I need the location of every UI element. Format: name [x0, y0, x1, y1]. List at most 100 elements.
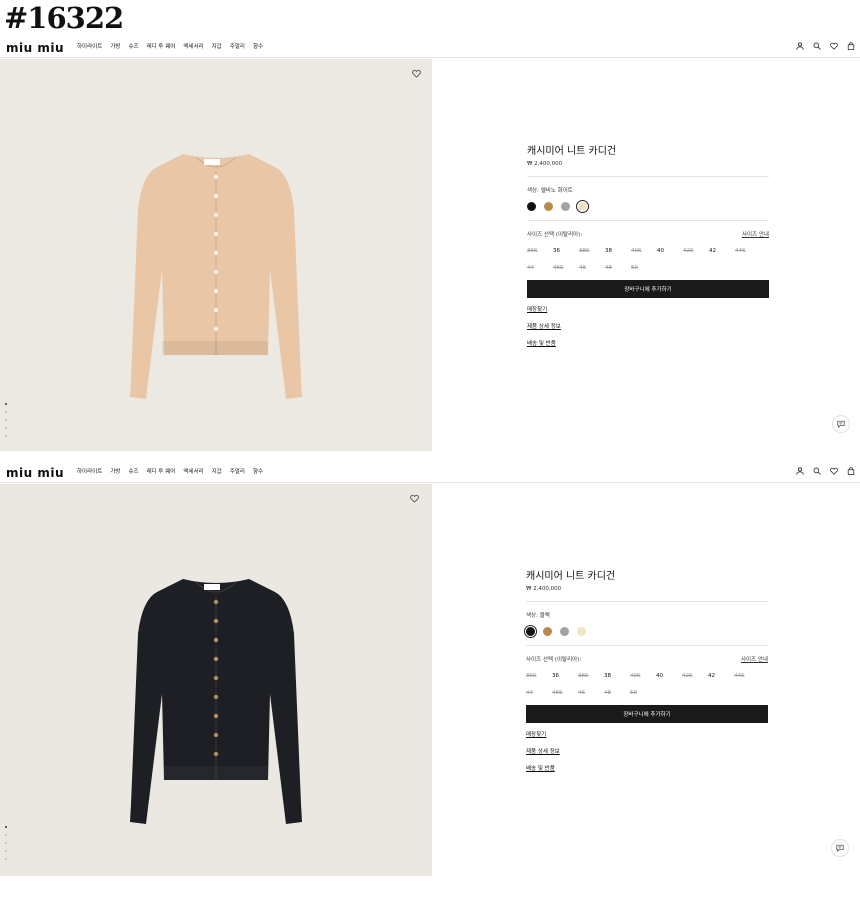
nav-item-jewelry[interactable]: 주얼리 [230, 468, 245, 476]
color-swatch[interactable] [560, 627, 569, 636]
size-option[interactable]: 46 [578, 690, 604, 696]
product-title: 캐시미어 니트 카디건 [527, 146, 617, 157]
add-to-cart-button[interactable]: 장바구니에 추가하기 [527, 280, 769, 298]
nav-item-bags[interactable]: 가방 [110, 468, 120, 476]
color-swatch[interactable] [544, 202, 553, 211]
pagination-dot[interactable] [5, 826, 7, 828]
nav-item-shoes[interactable]: 슈즈 [128, 43, 138, 51]
nav-item-jewelry[interactable]: 주얼리 [230, 43, 245, 51]
product-details-link[interactable]: 제품 상세 정보 [526, 747, 768, 755]
size-option[interactable]: 40S [631, 248, 657, 254]
pagination-dot[interactable] [5, 858, 7, 860]
nav-item-ready-to-wear[interactable]: 레디 투 웨어 [147, 43, 176, 51]
color-swatch[interactable] [577, 627, 586, 636]
nav-item-ready-to-wear[interactable]: 레디 투 웨어 [147, 468, 176, 476]
size-option[interactable]: 46 [579, 265, 605, 271]
brand-logo[interactable]: miu miu [6, 467, 64, 479]
size-option[interactable]: 48 [604, 690, 630, 696]
product-details-link[interactable]: 제품 상세 정보 [527, 322, 769, 330]
size-option[interactable]: 38S [578, 673, 604, 679]
color-label: 색상: 엘비노 화이트 [527, 188, 573, 194]
store-locator-link[interactable]: 매장찾기 [526, 730, 768, 738]
heart-icon[interactable] [830, 467, 838, 475]
image-pagination[interactable] [5, 403, 7, 437]
color-swatch[interactable] [561, 202, 570, 211]
main-nav: 하이라이트 가방 슈즈 레디 투 웨어 액세서리 지갑 주얼리 향수 [77, 468, 263, 476]
size-option[interactable]: 42 [708, 673, 734, 679]
nav-item-wallets[interactable]: 지갑 [212, 468, 222, 476]
product-price: ₩ 2,400,000 [527, 161, 563, 167]
nav-item-shoes[interactable]: 슈즈 [128, 468, 138, 476]
size-option[interactable]: 46S [552, 690, 578, 696]
color-swatch[interactable] [526, 627, 535, 636]
size-option[interactable]: 36 [552, 673, 578, 679]
size-option[interactable]: 44 [527, 265, 553, 271]
size-option[interactable]: 38 [604, 673, 630, 679]
chat-button[interactable] [832, 415, 850, 433]
nav-item-accessories[interactable]: 액세서리 [183, 468, 203, 476]
wishlist-heart-icon[interactable] [410, 494, 419, 503]
pagination-dot[interactable] [5, 427, 7, 429]
shipping-returns-link[interactable]: 배송 및 반품 [527, 339, 769, 347]
add-to-cart-button[interactable]: 장바구니에 추가하기 [526, 705, 768, 723]
nav-item-fragrance[interactable]: 향수 [253, 43, 263, 51]
nav-item-bags[interactable]: 가방 [110, 43, 120, 51]
size-option[interactable]: 36S [527, 248, 553, 254]
pagination-dot[interactable] [5, 850, 7, 852]
shipping-returns-link[interactable]: 배송 및 반품 [526, 764, 768, 772]
size-option[interactable]: 42S [683, 248, 709, 254]
divider [526, 601, 768, 602]
size-option[interactable]: 46S [553, 265, 579, 271]
size-option[interactable]: 40S [630, 673, 656, 679]
image-pagination[interactable] [5, 826, 7, 860]
store-locator-link[interactable]: 매장찾기 [527, 305, 769, 313]
cardigan-button [213, 618, 219, 624]
nav-item-highlights[interactable]: 하이라이트 [77, 468, 102, 476]
cardigan-button [213, 732, 219, 738]
size-option[interactable]: 50 [630, 690, 656, 696]
cardigan-button [213, 307, 219, 313]
pagination-dot[interactable] [5, 403, 7, 405]
color-swatch[interactable] [543, 627, 552, 636]
size-option[interactable]: 38 [605, 248, 631, 254]
color-swatch[interactable] [578, 202, 587, 211]
product-info: 캐시미어 니트 카디건 ₩ 2,400,000 색상: 엘비노 화이트 사이즈 … [527, 145, 769, 347]
nav-item-accessories[interactable]: 액세서리 [183, 43, 203, 51]
size-guide-link[interactable]: 사이즈 안내 [741, 655, 768, 663]
user-icon[interactable] [796, 467, 804, 475]
user-icon[interactable] [796, 42, 804, 50]
size-guide-link[interactable]: 사이즈 안내 [742, 230, 769, 238]
chat-button[interactable] [831, 839, 849, 857]
pagination-dot[interactable] [5, 411, 7, 413]
bag-icon[interactable] [847, 467, 855, 475]
bag-icon[interactable] [847, 42, 855, 50]
size-option[interactable]: 36S [526, 673, 552, 679]
size-option[interactable]: 44S [735, 248, 761, 254]
search-icon[interactable] [813, 42, 821, 50]
brand-logo[interactable]: miu miu [6, 42, 64, 54]
cardigan-button [213, 751, 219, 757]
size-option[interactable]: 42S [682, 673, 708, 679]
heart-icon[interactable] [830, 42, 838, 50]
nav-item-fragrance[interactable]: 향수 [253, 468, 263, 476]
size-option[interactable]: 40 [657, 248, 683, 254]
size-option[interactable]: 40 [656, 673, 682, 679]
size-option[interactable]: 44S [734, 673, 760, 679]
search-icon[interactable] [813, 467, 821, 475]
nav-item-wallets[interactable]: 지갑 [212, 43, 222, 51]
size-option[interactable]: 36 [553, 248, 579, 254]
pagination-dot[interactable] [5, 435, 7, 437]
nav-item-highlights[interactable]: 하이라이트 [77, 43, 102, 51]
size-option[interactable]: 44 [526, 690, 552, 696]
size-option[interactable]: 50 [631, 265, 657, 271]
pagination-dot[interactable] [5, 842, 7, 844]
size-option[interactable]: 48 [605, 265, 631, 271]
size-option[interactable]: 38S [579, 248, 605, 254]
size-option[interactable]: 42 [709, 248, 735, 254]
wishlist-heart-icon[interactable] [412, 69, 421, 78]
pagination-dot[interactable] [5, 419, 7, 421]
size-label: 사이즈 선택 (이탈리아): [526, 657, 582, 663]
color-swatch[interactable] [527, 202, 536, 211]
cardigan-button [213, 599, 219, 605]
pagination-dot[interactable] [5, 834, 7, 836]
